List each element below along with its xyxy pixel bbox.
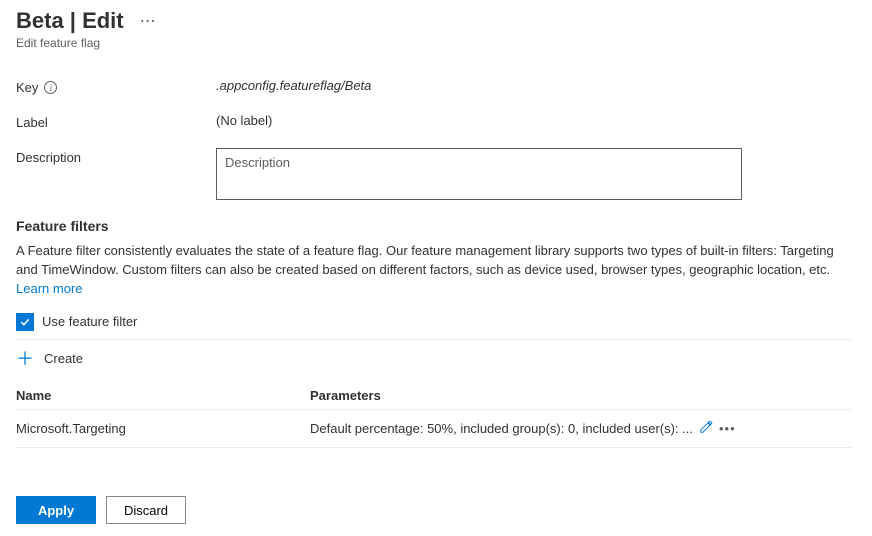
header-more-icon[interactable]: ⋯ xyxy=(136,9,160,33)
discard-button[interactable]: Discard xyxy=(106,496,186,524)
filter-params: Default percentage: 50%, included group(… xyxy=(310,421,693,436)
create-filter-button[interactable]: ＋ Create xyxy=(16,350,852,368)
col-params-header: Parameters xyxy=(290,388,852,403)
edit-icon[interactable] xyxy=(699,420,713,437)
plus-icon: ＋ xyxy=(16,350,34,368)
use-feature-filter-checkbox[interactable] xyxy=(16,313,34,331)
feature-filters-heading: Feature filters xyxy=(16,218,852,234)
description-input[interactable] xyxy=(216,148,742,200)
create-label: Create xyxy=(44,351,83,366)
filters-table-header: Name Parameters xyxy=(16,382,852,410)
learn-more-link[interactable]: Learn more xyxy=(16,281,82,296)
filter-name: Microsoft.Targeting xyxy=(16,421,290,436)
apply-button[interactable]: Apply xyxy=(16,496,96,524)
key-label: Key xyxy=(16,80,38,95)
description-label: Description xyxy=(16,150,81,165)
row-more-icon[interactable]: ••• xyxy=(719,421,736,436)
checkmark-icon xyxy=(19,316,31,328)
label-label: Label xyxy=(16,115,48,130)
page-title: Beta | Edit xyxy=(16,8,124,34)
info-icon[interactable]: i xyxy=(44,81,57,94)
divider xyxy=(16,339,852,340)
table-row: Microsoft.Targeting Default percentage: … xyxy=(16,410,852,448)
col-name-header: Name xyxy=(16,388,290,403)
key-value: .appconfig.featureflag/Beta xyxy=(216,78,371,93)
feature-filters-description: A Feature filter consistently evaluates … xyxy=(16,242,852,299)
label-value: (No label) xyxy=(216,113,272,128)
use-feature-filter-label: Use feature filter xyxy=(42,314,137,329)
page-subtitle: Edit feature flag xyxy=(16,36,852,50)
